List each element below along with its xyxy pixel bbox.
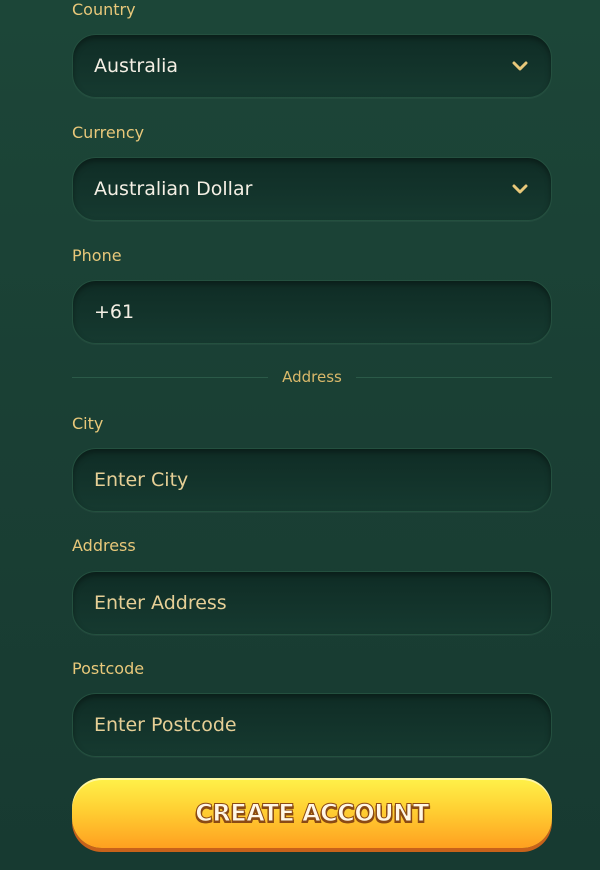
city-input[interactable]: Enter City: [72, 448, 552, 512]
city-label: City: [72, 414, 104, 433]
address-section-title: Address: [282, 368, 342, 386]
country-label: Country: [72, 0, 136, 19]
city-placeholder: Enter City: [94, 469, 189, 491]
country-value: Australia: [94, 55, 179, 77]
create-account-button[interactable]: CREATE ACCOUNT: [72, 778, 552, 848]
country-select[interactable]: Australia: [72, 34, 552, 98]
postcode-placeholder: Enter Postcode: [94, 714, 237, 736]
create-account-label: CREATE ACCOUNT: [195, 799, 430, 828]
currency-value: Australian Dollar: [94, 178, 253, 200]
address-input[interactable]: Enter Address: [72, 571, 552, 635]
divider-line: [72, 376, 269, 378]
phone-input[interactable]: +61: [72, 280, 552, 344]
currency-label: Currency: [72, 123, 145, 142]
address-label: Address: [72, 536, 136, 555]
postcode-label: Postcode: [72, 659, 145, 678]
address-placeholder: Enter Address: [94, 592, 227, 614]
chevron-down-icon: [511, 57, 529, 75]
currency-select[interactable]: Australian Dollar: [72, 157, 552, 221]
chevron-down-icon: [511, 180, 529, 198]
phone-value: +61: [94, 301, 135, 323]
address-section-divider: Address: [72, 366, 552, 388]
phone-label: Phone: [72, 246, 122, 265]
divider-line: [355, 376, 552, 378]
postcode-input[interactable]: Enter Postcode: [72, 693, 552, 757]
